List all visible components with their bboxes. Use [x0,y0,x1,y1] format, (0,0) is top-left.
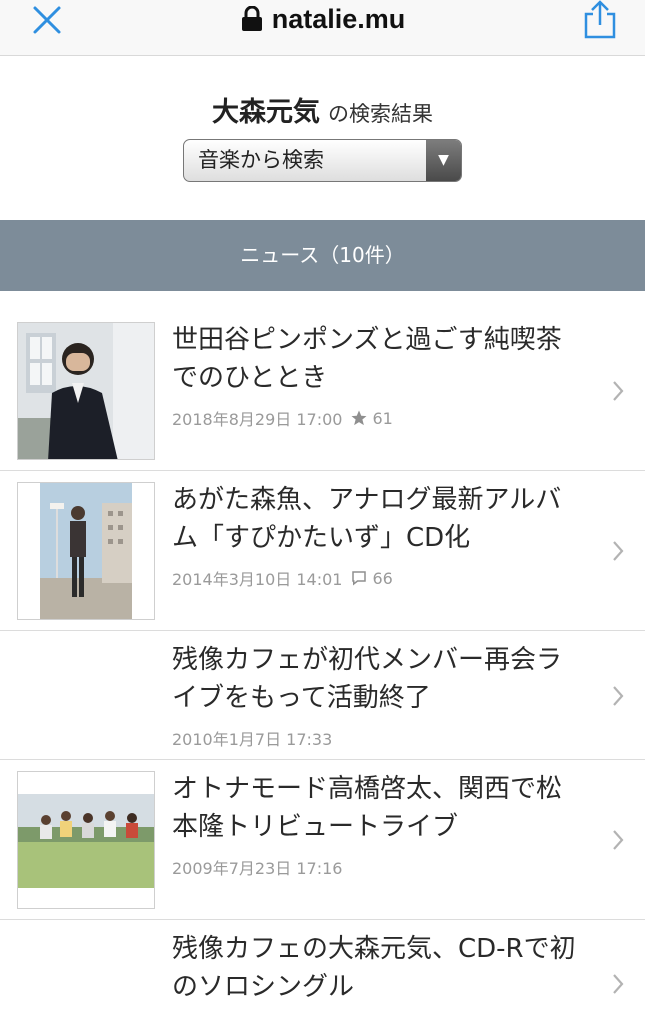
address-bar[interactable]: natalie.mu [0,0,645,38]
news-section-header: ニュース（10件） [0,220,645,291]
news-date: 2018年8月29日 17:00 [172,410,343,429]
comment-icon [352,571,367,586]
chevron-right-icon [613,381,624,401]
chevron-right-icon [613,974,624,994]
comment-count: 66 [372,568,393,588]
chevron-right-icon [613,686,624,706]
news-date: 2009年7月23日 17:16 [172,859,343,878]
search-result-label: の検索結果 [328,102,433,126]
news-date: 2010年1月7日 17:33 [172,730,333,749]
news-meta: 2009年7月23日 17:16 [172,855,342,879]
browser-toolbar: natalie.mu [0,0,645,56]
news-list: 世田谷ピンポンズと過ごす純喫茶 でのひととき 2018年8月29日 17:00 … [0,291,645,1030]
news-title[interactable]: オトナモード高橋啓太、関西で松 本隆トリビュートライブ [172,770,602,846]
favorite-count: 61 [372,408,393,428]
news-item[interactable]: オトナモード高橋啓太、関西で松 本隆トリビュートライブ 2009年7月23日 1… [0,760,645,920]
share-icon[interactable] [581,0,619,40]
chevron-right-icon [613,541,624,561]
chevron-right-icon [613,830,624,850]
news-title[interactable]: あがた森魚、アナログ最新アルバ ム「すぴかたいず」CD化 [172,481,602,557]
lock-icon [241,6,262,31]
news-thumbnail [17,322,155,460]
star-icon [351,410,367,426]
search-scope-select[interactable]: 音楽から検索 ▼ [183,139,462,182]
search-result-heading: 大森元気 の検索結果 [0,90,645,129]
news-item[interactable]: 世田谷ピンポンズと過ごす純喫茶 でのひととき 2018年8月29日 17:00 … [0,291,645,471]
news-item[interactable]: 残像カフェが初代メンバー再会ラ イブをもって活動終了 2010年1月7日 17:… [0,631,645,760]
news-meta: 2018年8月29日 17:00 61 [172,406,393,430]
search-scope-value: 音楽から検索 [198,148,324,172]
url-text: natalie.mu [271,3,406,34]
news-title[interactable]: 世田谷ピンポンズと過ごす純喫茶 でのひととき [172,321,602,397]
dropdown-arrow-icon: ▼ [426,140,461,181]
news-thumbnail [17,771,155,909]
news-title[interactable]: 残像カフェが初代メンバー再会ラ イブをもって活動終了 [172,641,602,717]
news-title[interactable]: 残像カフェの大森元気、CD-Rで初 のソロシングル [172,930,602,1006]
news-item[interactable]: あがた森魚、アナログ最新アルバ ム「すぴかたいず」CD化 2014年3月10日 … [0,471,645,631]
news-date: 2014年3月10日 14:01 [172,570,343,589]
news-meta: 2014年3月10日 14:01 66 [172,566,393,590]
news-thumbnail [17,482,155,620]
search-term: 大森元気 [212,97,320,128]
news-item[interactable]: 残像カフェの大森元気、CD-Rで初 のソロシングル [0,920,645,1030]
news-meta: 2010年1月7日 17:33 [172,726,332,750]
